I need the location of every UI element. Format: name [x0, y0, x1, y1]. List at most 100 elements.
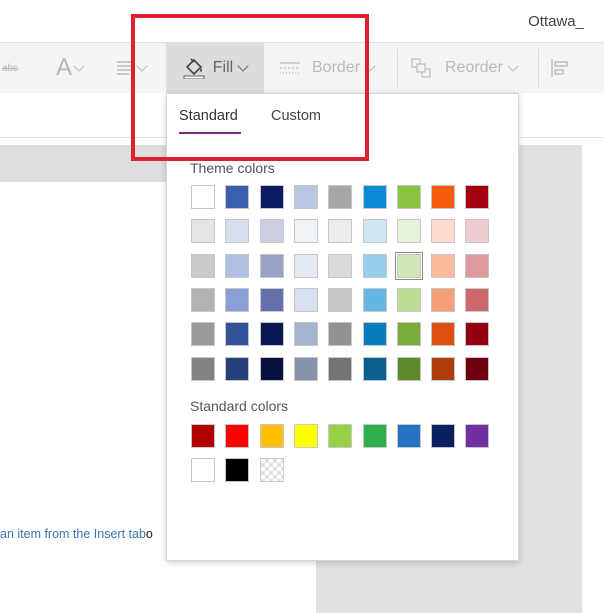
- theme-color-swatch[interactable]: [328, 253, 353, 278]
- theme-color-swatch[interactable]: [293, 322, 318, 347]
- theme-color-swatch[interactable]: [465, 219, 490, 244]
- theme-color-swatch[interactable]: [191, 219, 215, 244]
- fill-button[interactable]: Fill: [166, 43, 264, 93]
- theme-color-swatch[interactable]: [431, 287, 456, 312]
- theme-color-swatch[interactable]: [431, 219, 456, 244]
- ribbon-toolbar: abc A Fill Border Reorder: [0, 42, 604, 94]
- standard-color-swatch[interactable]: [465, 424, 490, 448]
- border-button[interactable]: Border: [280, 43, 376, 93]
- theme-color-swatch[interactable]: [225, 253, 250, 278]
- reorder-button[interactable]: Reorder: [411, 43, 519, 93]
- standard-color-swatch[interactable]: [362, 424, 387, 448]
- theme-color-swatch[interactable]: [225, 356, 250, 381]
- theme-color-swatch[interactable]: [362, 219, 387, 244]
- reorder-icon: [411, 58, 431, 78]
- standard-color-swatch[interactable]: [396, 424, 421, 448]
- active-tab-indicator: [179, 132, 241, 134]
- theme-color-swatch[interactable]: [431, 185, 456, 209]
- chevron-down-icon: [364, 59, 376, 72]
- theme-color-swatch[interactable]: [259, 287, 284, 312]
- theme-color-swatch[interactable]: [293, 356, 318, 381]
- border-label: Border: [312, 59, 361, 76]
- theme-color-swatch[interactable]: [328, 322, 353, 347]
- theme-color-swatch[interactable]: [225, 322, 250, 347]
- align-icon: [117, 60, 135, 76]
- align-left-icon: [550, 58, 570, 78]
- theme-color-swatch[interactable]: [259, 253, 284, 278]
- standard-color-swatch[interactable]: [259, 458, 284, 483]
- chevron-down-icon: [136, 59, 148, 72]
- ribbon-divider: [538, 49, 539, 87]
- standard-color-swatch[interactable]: [191, 458, 215, 483]
- theme-color-swatch[interactable]: [191, 356, 215, 381]
- chevron-down-icon: [237, 59, 249, 72]
- theme-color-swatch[interactable]: [225, 287, 250, 312]
- border-style-icon: [280, 61, 300, 75]
- theme-color-swatch[interactable]: [293, 287, 318, 312]
- standard-color-swatch[interactable]: [431, 424, 456, 448]
- theme-color-swatch[interactable]: [259, 322, 284, 347]
- theme-color-swatch[interactable]: [396, 219, 421, 244]
- reorder-label: Reorder: [445, 59, 503, 76]
- theme-color-swatch[interactable]: [431, 322, 456, 347]
- theme-color-swatch[interactable]: [465, 322, 490, 347]
- theme-color-swatch[interactable]: [191, 322, 215, 347]
- right-panel-edge: [582, 145, 604, 613]
- theme-color-swatch[interactable]: [431, 253, 456, 278]
- theme-color-swatch[interactable]: [225, 219, 250, 244]
- standard-color-swatch[interactable]: [293, 424, 318, 448]
- fill-dropdown-panel: Standard Custom Theme colors Standard co…: [166, 93, 519, 561]
- theme-color-swatch[interactable]: [293, 253, 318, 278]
- theme-color-swatch[interactable]: [396, 356, 421, 381]
- theme-color-swatch[interactable]: [465, 356, 490, 381]
- standard-color-swatch[interactable]: [259, 424, 284, 448]
- theme-color-swatch[interactable]: [328, 219, 353, 244]
- theme-color-swatch[interactable]: [293, 219, 318, 244]
- strikethrough-button[interactable]: abc: [2, 43, 18, 93]
- theme-color-swatch[interactable]: [431, 356, 456, 381]
- theme-color-swatch[interactable]: [362, 287, 387, 312]
- chevron-down-icon: [73, 59, 85, 72]
- theme-color-swatch[interactable]: [259, 356, 284, 381]
- theme-color-swatch[interactable]: [394, 251, 423, 280]
- theme-color-swatch[interactable]: [396, 287, 421, 312]
- tab-custom[interactable]: Custom: [271, 108, 321, 124]
- standard-color-swatch[interactable]: [191, 424, 215, 448]
- theme-color-swatch[interactable]: [396, 185, 421, 209]
- standard-color-swatch[interactable]: [328, 424, 353, 448]
- user-name[interactable]: Ottawa_: [528, 13, 584, 30]
- theme-color-swatch[interactable]: [328, 287, 353, 312]
- theme-color-swatch[interactable]: [259, 219, 284, 244]
- hint-tail: o: [145, 527, 153, 541]
- theme-color-swatch[interactable]: [259, 185, 284, 209]
- theme-color-swatch[interactable]: [362, 185, 387, 209]
- theme-color-swatch[interactable]: [465, 185, 490, 209]
- theme-color-swatch[interactable]: [328, 185, 353, 209]
- font-size-button[interactable]: A: [56, 43, 85, 93]
- theme-color-swatch[interactable]: [225, 185, 250, 209]
- strikethrough-icon: abc: [2, 62, 19, 74]
- theme-color-swatch[interactable]: [362, 322, 387, 347]
- standard-color-swatch[interactable]: [225, 424, 250, 448]
- standard-color-swatch[interactable]: [225, 458, 250, 483]
- theme-color-swatch[interactable]: [191, 253, 215, 278]
- theme-color-swatch[interactable]: [191, 185, 215, 209]
- theme-colors-label: Theme colors: [190, 160, 275, 176]
- theme-color-swatch[interactable]: [362, 356, 387, 381]
- theme-color-swatch[interactable]: [328, 356, 353, 381]
- paint-bucket-icon: [183, 57, 205, 79]
- theme-color-swatch[interactable]: [191, 287, 215, 312]
- fill-label: Fill: [212, 59, 234, 76]
- theme-color-swatch[interactable]: [465, 287, 490, 312]
- theme-color-swatch[interactable]: [465, 253, 490, 278]
- align-button[interactable]: [117, 43, 148, 93]
- tab-standard[interactable]: Standard: [179, 108, 238, 124]
- ribbon-divider: [397, 49, 398, 87]
- insert-tab-link[interactable]: an item from the Insert tab: [0, 527, 146, 541]
- align-objects-button[interactable]: [550, 43, 570, 93]
- chevron-down-icon: [507, 59, 519, 72]
- theme-color-swatch[interactable]: [362, 253, 387, 278]
- theme-color-swatch[interactable]: [396, 322, 421, 347]
- theme-color-swatch[interactable]: [293, 185, 318, 209]
- screen-header-bar: [0, 145, 166, 182]
